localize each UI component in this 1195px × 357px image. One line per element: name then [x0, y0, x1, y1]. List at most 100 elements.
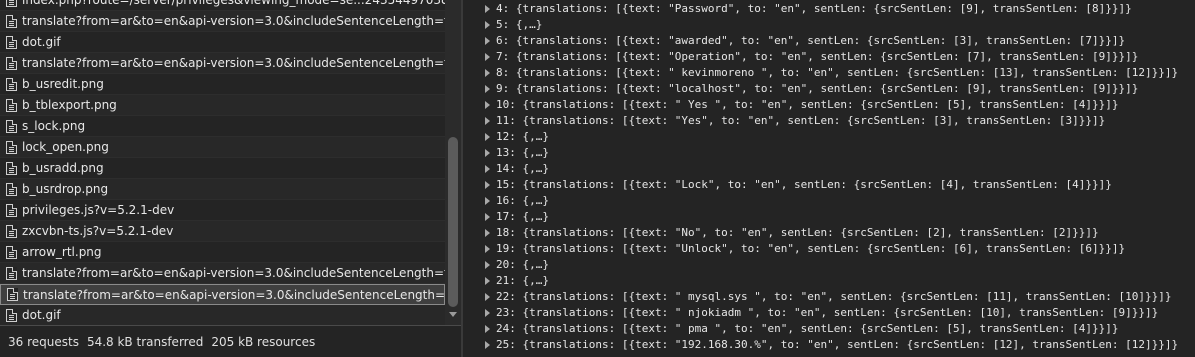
request-name: lock_open.png [22, 140, 109, 154]
request-row[interactable]: translate?from=ar&to=en&api-version=3.0&… [0, 284, 445, 305]
response-entry[interactable]: 19: {translations: [{text: "Unlock", to:… [485, 241, 1178, 257]
expand-triangle-icon[interactable] [485, 133, 490, 141]
file-icon [6, 77, 17, 91]
scroll-down-arrow-icon[interactable] [449, 312, 457, 317]
scrollbar-thumb[interactable] [448, 137, 458, 307]
request-row[interactable]: index.php?route=/server/privileges&viewi… [0, 0, 445, 11]
request-row[interactable]: b_usrdrop.png [0, 179, 445, 200]
response-entry[interactable]: 7: {translations: [{text: "Operation", t… [485, 49, 1178, 65]
request-list: index.php?route=/server/privileges&viewi… [0, 0, 445, 326]
response-entry[interactable]: 9: {translations: [{text: "localhost", t… [485, 81, 1178, 97]
response-text: 18: {translations: [{text: "No", to: "en… [496, 226, 1099, 239]
expand-triangle-icon[interactable] [485, 181, 490, 189]
request-row[interactable]: s_lock.png [0, 116, 445, 137]
request-row[interactable]: translate?from=ar&to=en&api-version=3.0&… [0, 53, 445, 74]
response-text: 7: {translations: [{text: "Operation", t… [496, 50, 1139, 63]
expand-triangle-icon[interactable] [485, 69, 490, 77]
response-text: 22: {translations: [{text: " mysql.sys "… [496, 290, 1172, 303]
expand-triangle-icon[interactable] [485, 277, 490, 285]
response-entry[interactable]: 5: {,…} [485, 17, 1178, 33]
request-count: 36 requests [8, 334, 79, 349]
request-name: b_tblexport.png [22, 98, 117, 112]
request-name: privileges.js?v=5.2.1-dev [22, 203, 175, 217]
request-row[interactable]: zxcvbn-ts.js?v=5.2.1-dev [0, 221, 445, 242]
file-icon [6, 308, 17, 322]
response-entry[interactable]: 20: {,…} [485, 257, 1178, 273]
response-text: 12: {,…} [496, 130, 549, 143]
request-name: translate?from=ar&to=en&api-version=3.0&… [22, 14, 445, 28]
expand-triangle-icon[interactable] [485, 85, 490, 93]
request-row[interactable]: b_usredit.png [0, 74, 445, 95]
file-icon [6, 35, 17, 49]
expand-triangle-icon[interactable] [485, 245, 490, 253]
response-entry[interactable]: 4: {translations: [{text: "Password", to… [485, 1, 1178, 17]
response-text: 9: {translations: [{text: "localhost", t… [496, 82, 1139, 95]
expand-triangle-icon[interactable] [485, 5, 490, 13]
expand-triangle-icon[interactable] [485, 197, 490, 205]
response-entry[interactable]: 14: {,…} [485, 161, 1178, 177]
response-entry[interactable]: 21: {,…} [485, 273, 1178, 289]
expand-triangle-icon[interactable] [485, 149, 490, 157]
expand-triangle-icon[interactable] [485, 309, 490, 317]
request-row[interactable]: arrow_rtl.png [0, 242, 445, 263]
request-name: dot.gif [22, 35, 61, 49]
expand-triangle-icon[interactable] [485, 261, 490, 269]
response-entry[interactable]: 17: {,…} [485, 209, 1178, 225]
response-entry[interactable]: 15: {translations: [{text: "Lock", to: "… [485, 177, 1178, 193]
file-icon [6, 140, 17, 154]
expand-triangle-icon[interactable] [485, 325, 490, 333]
request-name: b_usredit.png [22, 77, 104, 91]
response-entry[interactable]: 24: {translations: [{text: " pma ", to: … [485, 321, 1178, 337]
expand-triangle-icon[interactable] [485, 117, 490, 125]
request-name: translate?from=ar&to=en&api-version=3.0&… [22, 56, 445, 70]
request-row[interactable]: privileges.js?v=5.2.1-dev [0, 200, 445, 221]
response-entry[interactable]: 6: {translations: [{text: "awarded", to:… [485, 33, 1178, 49]
file-icon [6, 0, 17, 7]
response-entry[interactable]: 8: {translations: [{text: " kevinmoreno … [485, 65, 1178, 81]
response-text: 13: {,…} [496, 146, 549, 159]
response-preview-panel: 4: {translations: [{text: "Password", to… [463, 0, 1195, 357]
response-entry[interactable]: 10: {translations: [{text: " Yes ", to: … [485, 97, 1178, 113]
request-row[interactable]: translate?from=ar&to=en&api-version=3.0&… [0, 263, 445, 284]
request-list-scrollbar[interactable] [445, 0, 461, 325]
response-text: 23: {translations: [{text: " njokiadm ",… [496, 306, 1159, 319]
request-row[interactable]: dot.gif [0, 305, 445, 326]
request-row[interactable]: dot.gif [0, 32, 445, 53]
file-icon [6, 203, 17, 217]
network-status-bar: 36 requests 54.8 kB transferred 205 kB r… [0, 325, 462, 357]
expand-triangle-icon[interactable] [485, 165, 490, 173]
expand-triangle-icon[interactable] [485, 213, 490, 221]
expand-triangle-icon[interactable] [485, 37, 490, 45]
response-entry[interactable]: 11: {translations: [{text: "Yes", to: "e… [485, 113, 1178, 129]
transferred-size: 54.8 kB transferred [86, 334, 204, 349]
expand-triangle-icon[interactable] [485, 21, 490, 29]
request-name: translate?from=ar&to=en&api-version=3.0&… [22, 266, 445, 280]
response-entry[interactable]: 16: {,…} [485, 193, 1178, 209]
response-text: 11: {translations: [{text: "Yes", to: "e… [496, 114, 1106, 127]
expand-triangle-icon[interactable] [485, 229, 490, 237]
response-entry[interactable]: 12: {,…} [485, 129, 1178, 145]
expand-triangle-icon[interactable] [485, 101, 490, 109]
response-text: 14: {,…} [496, 162, 549, 175]
request-name: b_usrdrop.png [22, 182, 109, 196]
response-entry[interactable]: 18: {translations: [{text: "No", to: "en… [485, 225, 1178, 241]
response-entry[interactable]: 25: {translations: [{text: "192.168.30.%… [485, 337, 1178, 353]
request-name: zxcvbn-ts.js?v=5.2.1-dev [22, 224, 174, 238]
response-entry[interactable]: 13: {,…} [485, 145, 1178, 161]
request-row[interactable]: b_usradd.png [0, 158, 445, 179]
request-name: s_lock.png [22, 119, 86, 133]
file-icon [6, 161, 17, 175]
request-row[interactable]: translate?from=ar&to=en&api-version=3.0&… [0, 11, 445, 32]
file-icon [6, 14, 17, 28]
expand-triangle-icon[interactable] [485, 293, 490, 301]
request-row[interactable]: lock_open.png [0, 137, 445, 158]
request-row[interactable]: b_tblexport.png [0, 95, 445, 116]
expand-triangle-icon[interactable] [485, 53, 490, 61]
expand-triangle-icon[interactable] [485, 341, 490, 349]
file-icon [6, 98, 17, 112]
response-text: 20: {,…} [496, 258, 549, 271]
response-entry[interactable]: 23: {translations: [{text: " njokiadm ",… [485, 305, 1178, 321]
response-text: 4: {translations: [{text: "Password", to… [496, 2, 1132, 15]
response-entry[interactable]: 22: {translations: [{text: " mysql.sys "… [485, 289, 1178, 305]
response-text: 17: {,…} [496, 210, 549, 223]
